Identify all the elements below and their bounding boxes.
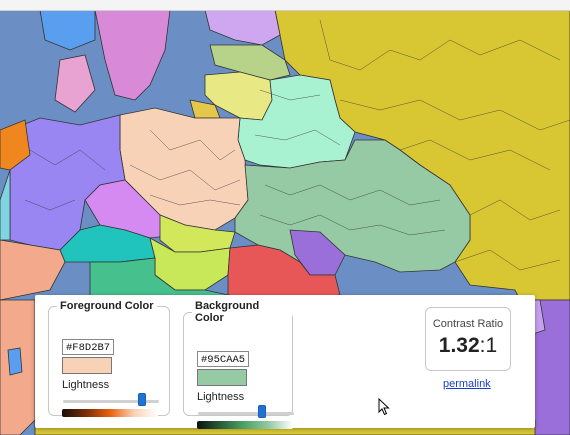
contrast-panel: Foreground Color #F8D2B7 Lightness Backg… xyxy=(35,295,535,429)
background-legend: Background Color xyxy=(195,300,260,324)
foreground-hex-input[interactable]: #F8D2B7 xyxy=(62,339,114,355)
region-sardinia xyxy=(7,347,23,376)
background-color-box: Background Color #95CAA5 Lightness xyxy=(183,300,294,429)
contrast-ratio-number: 1.32 xyxy=(438,334,480,357)
contrast-ratio-suffix: :1 xyxy=(479,334,498,357)
background-lightness-track[interactable] xyxy=(198,412,294,415)
contrast-ratio-label: Contrast Ratio xyxy=(432,318,504,330)
background-lightness-label: Lightness xyxy=(197,391,245,403)
background-lightness-gradient xyxy=(197,421,293,429)
background-lightness-slider-thumb[interactable] xyxy=(258,405,267,418)
contrast-ratio-value: 1.32:1 xyxy=(426,334,510,358)
foreground-legend: Foreground Color xyxy=(60,300,154,312)
contrast-ratio-box: Contrast Ratio 1.32:1 xyxy=(425,307,511,371)
foreground-color-box: Foreground Color #F8D2B7 Lightness xyxy=(48,300,170,417)
background-hex-input[interactable]: #95CAA5 xyxy=(197,351,249,367)
foreground-swatch xyxy=(62,357,112,374)
permalink-link[interactable]: permalink xyxy=(443,378,491,390)
browser-topbar xyxy=(0,0,570,11)
background-swatch xyxy=(197,369,247,386)
foreground-lightness-label: Lightness xyxy=(62,379,110,391)
foreground-lightness-slider-thumb[interactable] xyxy=(137,393,146,406)
mouse-cursor-icon xyxy=(378,398,390,416)
foreground-lightness-gradient xyxy=(62,409,158,417)
